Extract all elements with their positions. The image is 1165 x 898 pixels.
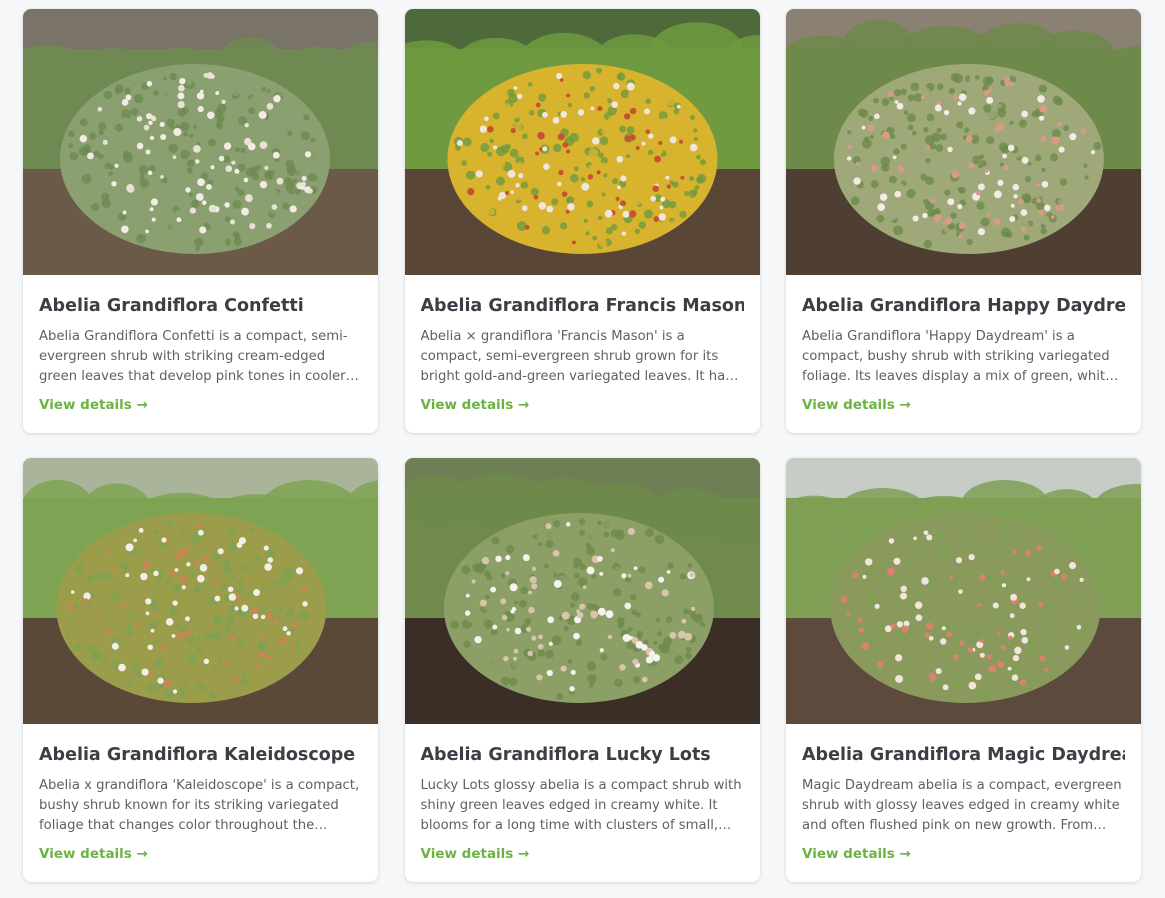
shrub-illustration <box>786 9 1141 275</box>
view-details-link[interactable]: View details → <box>802 844 911 864</box>
plant-photo[interactable] <box>786 458 1141 724</box>
card-title[interactable]: Abelia Grandiflora Happy Daydream <box>802 295 1125 317</box>
shrub-illustration <box>23 458 378 724</box>
plant-card[interactable]: Abelia Grandiflora Lucky Lots Lucky Lots… <box>404 458 760 882</box>
card-body: Abelia Grandiflora Francis Mason Abelia … <box>405 275 760 415</box>
card-description: Abelia x grandiflora 'Kaleidoscope' is a… <box>39 778 360 833</box>
plant-photo[interactable] <box>23 458 378 724</box>
card-body: Abelia Grandiflora Happy Daydream Abelia… <box>786 275 1141 415</box>
card-description: Abelia Grandiflora 'Happy Daydream' is a… <box>802 329 1118 384</box>
card-title[interactable]: Abelia Grandiflora Confetti <box>39 295 362 317</box>
view-details-link[interactable]: View details → <box>421 844 530 864</box>
view-details-link[interactable]: View details → <box>421 395 530 415</box>
card-title[interactable]: Abelia Grandiflora Lucky Lots <box>421 744 744 766</box>
view-details-link[interactable]: View details → <box>39 844 148 864</box>
view-details-link[interactable]: View details → <box>39 395 148 415</box>
card-description: Magic Daydream abelia is a compact, ever… <box>802 778 1122 833</box>
card-body: Abelia Grandiflora Magic Daydream Magic … <box>786 724 1141 864</box>
card-title[interactable]: Abelia Grandiflora Francis Mason <box>421 295 744 317</box>
shrub-illustration <box>23 9 378 275</box>
plant-card-grid: Abelia Grandiflora Confetti Abelia Grand… <box>23 9 1142 882</box>
shrub-illustration <box>404 9 760 275</box>
plant-photo[interactable] <box>404 458 760 724</box>
view-details-link[interactable]: View details → <box>802 395 911 415</box>
plant-photo[interactable] <box>23 9 378 275</box>
card-description: Abelia Grandiflora Confetti is a compact… <box>39 329 348 384</box>
plant-card[interactable]: Abelia Grandiflora Confetti Abelia Grand… <box>23 9 378 433</box>
plant-card[interactable]: Abelia Grandiflora Happy Daydream Abelia… <box>786 9 1141 433</box>
card-description: Lucky Lots glossy abelia is a compact sh… <box>420 778 742 833</box>
card-body: Abelia Grandiflora Confetti Abelia Grand… <box>23 275 378 415</box>
plant-photo[interactable] <box>404 9 760 275</box>
card-body: Abelia Grandiflora Kaleidoscope Abelia x… <box>23 724 378 864</box>
card-body: Abelia Grandiflora Lucky Lots Lucky Lots… <box>405 724 760 864</box>
shrub-illustration <box>786 458 1141 724</box>
card-title[interactable]: Abelia Grandiflora Magic Daydream <box>802 744 1125 766</box>
plant-photo[interactable] <box>786 9 1141 275</box>
card-title[interactable]: Abelia Grandiflora Kaleidoscope <box>39 744 362 766</box>
plant-card[interactable]: Abelia Grandiflora Magic Daydream Magic … <box>786 458 1141 882</box>
plant-card[interactable]: Abelia Grandiflora Francis Mason Abelia … <box>404 9 760 433</box>
shrub-illustration <box>404 458 760 724</box>
plant-card[interactable]: Abelia Grandiflora Kaleidoscope Abelia x… <box>23 458 378 882</box>
card-description: Abelia × grandiflora 'Francis Mason' is … <box>420 329 733 384</box>
